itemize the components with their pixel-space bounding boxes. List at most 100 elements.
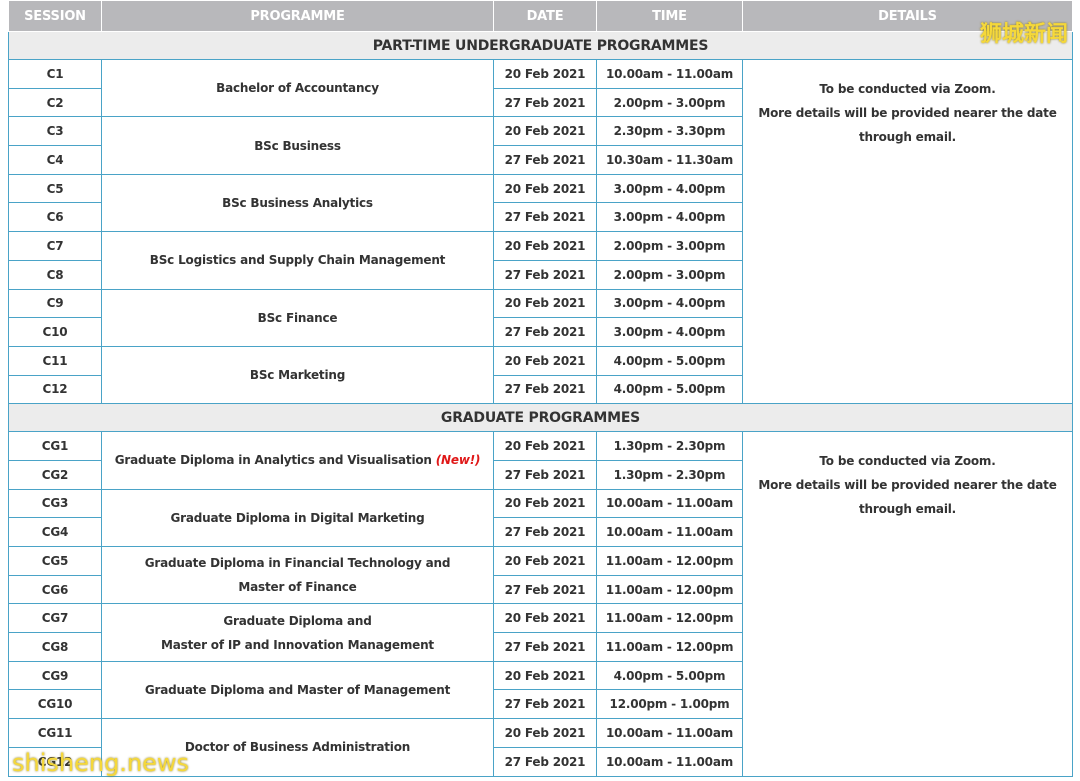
- session-cell: CG7: [8, 603, 102, 634]
- watermark-top: 狮城新闻: [979, 22, 1068, 47]
- session-cell: C3: [8, 116, 102, 147]
- time-cell: 11.00am - 12.00pm: [596, 574, 743, 605]
- header-time: TIME: [596, 0, 743, 32]
- date-cell: 27 Feb 2021: [493, 145, 597, 175]
- date-cell: 20 Feb 2021: [493, 431, 597, 461]
- session-cell: CG1: [8, 431, 102, 461]
- time-cell: 1.30pm - 2.30pm: [596, 431, 743, 461]
- programme-name: BSc Business Analytics: [222, 195, 373, 210]
- programme-name: Master of IP and Innovation Management: [161, 637, 434, 652]
- session-cell: C12: [8, 374, 102, 405]
- session-cell: C4: [8, 145, 102, 175]
- details-text: To be conducted via Zoom. More details wi…: [743, 77, 1072, 149]
- time-cell: 4.00pm - 5.00pm: [596, 345, 743, 376]
- session-cell: CG2: [8, 459, 102, 490]
- session-cell: C9: [8, 288, 102, 319]
- section-title: PART-TIME UNDERGRADUATE PROGRAMMES: [8, 31, 1073, 60]
- programme-cell: BSc Finance: [101, 288, 494, 347]
- date-cell: 27 Feb 2021: [493, 317, 597, 347]
- session-cell: C7: [8, 231, 102, 261]
- programme-name: Doctor of Business Administration: [184, 740, 411, 755]
- time-cell: 11.00am - 12.00pm: [596, 546, 743, 576]
- programme-cell: Graduate Diploma in Financial Technology…: [101, 545, 494, 605]
- date-cell: 20 Feb 2021: [493, 488, 597, 519]
- date-cell: 20 Feb 2021: [493, 288, 597, 319]
- time-cell: 3.00pm - 4.00pm: [596, 173, 743, 204]
- session-cell: CG11: [8, 718, 102, 748]
- programme-cell: BSc Business Analytics: [101, 173, 494, 233]
- table-row: CG1 Graduate Diploma in Analytics and Vis…: [8, 431, 1073, 777]
- session-cell: CG8: [8, 632, 102, 662]
- time-cell: 2.00pm - 3.00pm: [596, 259, 743, 290]
- time-cell: 12.00pm - 1.00pm: [596, 689, 743, 720]
- date-cell: 27 Feb 2021: [493, 459, 597, 490]
- programme-cell: BSc Business: [101, 116, 494, 175]
- time-cell: 1.30pm - 2.30pm: [596, 459, 743, 490]
- session-cell: C5: [8, 173, 102, 204]
- programme-cell: Graduate Diploma in Analytics and Visual…: [101, 431, 494, 490]
- time-cell: 10.00am - 11.00am: [596, 517, 743, 547]
- programme-cell: BSc Marketing: [101, 345, 494, 405]
- time-cell: 2.00pm - 3.00pm: [596, 231, 743, 261]
- session-cell: C1: [8, 59, 102, 89]
- session-cell: CG3: [8, 488, 102, 519]
- section-row: GRADUATE PROGRAMMES: [8, 403, 1073, 433]
- time-cell: 10.00am - 11.00am: [596, 59, 743, 89]
- programme-cell: Graduate Diploma in Digital Marketing: [101, 488, 494, 548]
- date-cell: 27 Feb 2021: [493, 574, 597, 605]
- time-cell: 3.00pm - 4.00pm: [596, 288, 743, 319]
- date-cell: 27 Feb 2021: [493, 259, 597, 290]
- date-cell: 20 Feb 2021: [493, 231, 597, 261]
- date-cell: 20 Feb 2021: [493, 660, 597, 691]
- session-cell: C6: [8, 202, 102, 233]
- date-cell: 27 Feb 2021: [493, 202, 597, 233]
- watermark-bottom: shisheng.news: [12, 749, 190, 777]
- date-cell: 27 Feb 2021: [493, 374, 597, 405]
- new-badge: (New!): [435, 453, 481, 468]
- programme-cell: Bachelor of Accountancy: [101, 58, 494, 118]
- schedule-table: SESSION PROGRAMME DATE TIME DETAILS PART…: [8, 0, 1073, 777]
- date-cell: 20 Feb 2021: [493, 59, 597, 89]
- details-cell: To be conducted via Zoom. More details wi…: [742, 431, 1073, 777]
- programme-cell: Graduate Diploma and Master of IP and Inn…: [101, 603, 494, 662]
- session-cell: CG9: [8, 660, 102, 691]
- details-line: More details will be provided nearer the…: [758, 105, 1057, 120]
- programme-name: Graduate Diploma in Analytics and Visual…: [114, 453, 432, 468]
- date-cell: 27 Feb 2021: [493, 689, 597, 720]
- session-cell: CG10: [8, 689, 102, 720]
- details-line: More details will be provided nearer the…: [758, 477, 1057, 492]
- date-cell: 20 Feb 2021: [493, 718, 597, 748]
- time-cell: 10.00am - 11.00am: [596, 488, 743, 519]
- programme-name: Graduate Diploma and: [223, 613, 372, 628]
- date-cell: 20 Feb 2021: [493, 116, 597, 147]
- header-date: DATE: [493, 0, 597, 32]
- section-title: GRADUATE PROGRAMMES: [8, 403, 1073, 433]
- details-line: To be conducted via Zoom.: [819, 453, 996, 468]
- details-cell: To be conducted via Zoom. More details wi…: [742, 58, 1073, 405]
- time-cell: 10.00am - 11.00am: [596, 718, 743, 748]
- time-cell: 2.00pm - 3.00pm: [596, 87, 743, 118]
- table-header: SESSION PROGRAMME DATE TIME DETAILS: [8, 0, 1073, 32]
- header-programme: PROGRAMME: [101, 0, 494, 32]
- time-cell: 11.00am - 12.00pm: [596, 632, 743, 662]
- programme-name: BSc Marketing: [249, 368, 346, 383]
- programme-name: Bachelor of Accountancy: [216, 81, 379, 96]
- session-cell: C2: [8, 87, 102, 118]
- table-body: PART-TIME UNDERGRADUATE PROGRAMMES C1 Bach…: [8, 31, 1073, 777]
- programme-name: Graduate Diploma in Financial Technology…: [144, 556, 451, 571]
- details-line: To be conducted via Zoom.: [819, 81, 996, 96]
- programme-name: Graduate Diploma in Digital Marketing: [170, 510, 425, 525]
- date-cell: 27 Feb 2021: [493, 746, 597, 777]
- date-cell: 20 Feb 2021: [493, 173, 597, 204]
- programme-name: Graduate Diploma and Master of Managemen…: [144, 682, 451, 697]
- programme-name: BSc Logistics and Supply Chain Managemen…: [149, 253, 446, 268]
- programme-name: Master of Finance: [238, 580, 357, 595]
- date-cell: 20 Feb 2021: [493, 546, 597, 576]
- table-row: C1 Bachelor of Accountancy 20 Feb 2021 10.0…: [8, 58, 1073, 405]
- programme-name: BSc Finance: [257, 310, 338, 325]
- time-cell: 10.00am - 11.00am: [596, 746, 743, 777]
- session-cell: CG5: [8, 546, 102, 576]
- details-text: To be conducted via Zoom. More details wi…: [743, 449, 1072, 521]
- time-cell: 3.00pm - 4.00pm: [596, 202, 743, 233]
- time-cell: 4.00pm - 5.00pm: [596, 374, 743, 405]
